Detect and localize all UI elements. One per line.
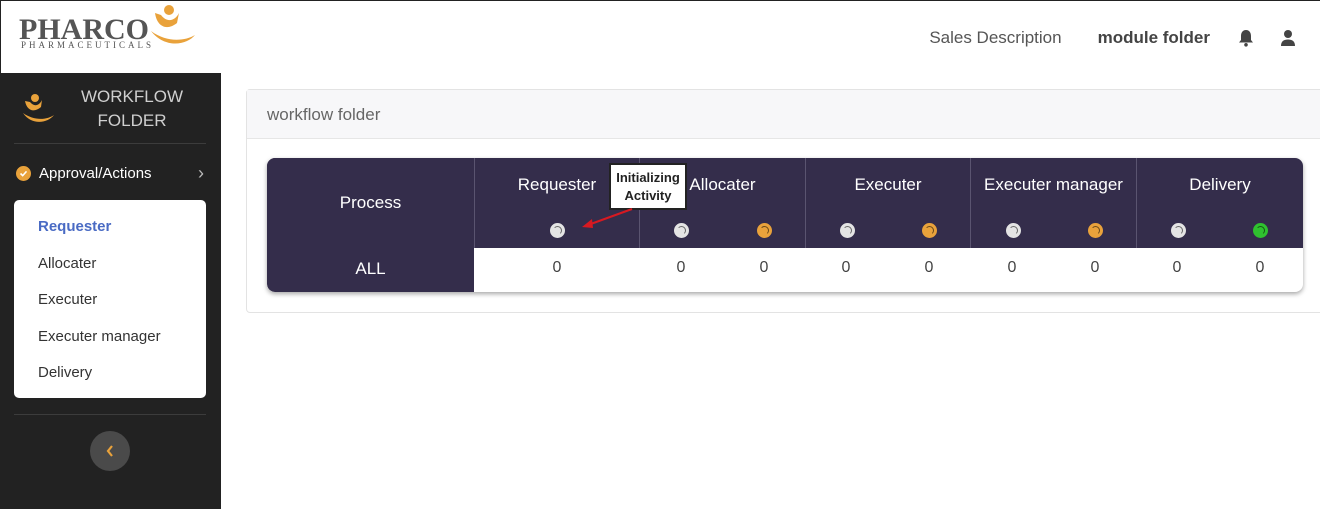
table-cell[interactable]: 0	[826, 259, 866, 277]
table-cell[interactable]: 0	[1240, 259, 1280, 277]
module-folder-link[interactable]: module folder	[1098, 28, 1210, 48]
sidebar-section-approval-actions[interactable]: Approval/Actions ›	[14, 161, 206, 185]
sidebar-item-requester[interactable]: Requester	[14, 214, 206, 251]
table-cell[interactable]: 0	[909, 259, 949, 277]
stage-name: Delivery	[1189, 175, 1251, 194]
user-icon[interactable]	[1278, 28, 1298, 48]
workflow-table: Process ALL Requester 0 Allocater 0 0 Ex…	[267, 158, 1303, 292]
workflow-card: workflow folder Process ALL Requester 0 …	[246, 89, 1320, 313]
status-gray-icon[interactable]	[1006, 223, 1021, 238]
status-orange-icon[interactable]	[922, 223, 937, 238]
status-gray-icon[interactable]	[1171, 223, 1186, 238]
status-orange-icon[interactable]	[757, 223, 772, 238]
sidebar-item-executer[interactable]: Executer	[14, 287, 206, 324]
sidebar-section-label: Approval/Actions	[39, 164, 152, 182]
status-orange-icon[interactable]	[1088, 223, 1103, 238]
status-gray-icon[interactable]	[840, 223, 855, 238]
stage-name: Executer	[854, 175, 922, 194]
sales-description-link[interactable]: Sales Description	[929, 28, 1061, 48]
stage-header-delivery: Delivery	[1136, 158, 1303, 248]
sidebar-title: WORKFLOW FOLDER	[72, 85, 192, 133]
annotation-callout: Initializing Activity	[609, 163, 687, 210]
top-header: PHARCO PHARMACEUTICALS Sales Description…	[0, 0, 1320, 73]
header-nav: Sales Description module folder	[929, 1, 1320, 74]
stage-header-executer-manager: Executer manager	[970, 158, 1136, 248]
sidebar-item-executer-manager[interactable]: Executer manager	[14, 324, 206, 361]
chevron-left-icon	[106, 445, 113, 457]
sidebar-menu: Requester Allocater Executer Executer ma…	[14, 200, 206, 398]
logo-subtitle: PHARMACEUTICALS	[21, 40, 155, 50]
stage-name: Executer manager	[984, 175, 1123, 194]
annotation-line1: Initializing	[616, 170, 680, 185]
sidebar-title-line2: FOLDER	[97, 111, 167, 130]
chevron-right-icon: ›	[198, 162, 204, 183]
table-cell[interactable]: 0	[537, 259, 577, 277]
status-gray-icon[interactable]	[550, 223, 565, 238]
sidebar-title-line1: WORKFLOW	[81, 87, 183, 106]
check-circle-icon	[16, 165, 31, 181]
sidebar-divider	[14, 143, 206, 144]
status-gray-icon[interactable]	[674, 223, 689, 238]
table-cell[interactable]: 0	[661, 259, 701, 277]
process-column: Process ALL	[267, 158, 474, 292]
pharco-mark-icon	[23, 94, 54, 122]
collapse-sidebar-button[interactable]	[90, 431, 130, 471]
table-cell[interactable]: 0	[1157, 259, 1197, 277]
table-cell[interactable]: 0	[744, 259, 784, 277]
row-label-all: ALL	[355, 259, 386, 278]
card-title: workflow folder	[247, 90, 1320, 139]
sidebar-divider-bottom	[14, 414, 206, 415]
stage-header-executer: Executer	[805, 158, 970, 248]
pharco-logo[interactable]: PHARCO PHARMACEUTICALS	[19, 5, 199, 53]
annotation-line2: Activity	[624, 188, 672, 203]
logo-mark-icon	[151, 5, 195, 44]
table-cell[interactable]: 0	[1075, 259, 1115, 277]
table-cell[interactable]: 0	[992, 259, 1032, 277]
process-header: Process	[339, 193, 402, 212]
status-green-icon[interactable]	[1253, 223, 1268, 238]
annotation-arrow-icon	[582, 208, 633, 228]
bell-icon[interactable]	[1236, 28, 1256, 48]
sidebar-item-delivery[interactable]: Delivery	[14, 360, 206, 397]
sidebar: WORKFLOW FOLDER Approval/Actions › Reque…	[0, 73, 221, 509]
sidebar-brand: WORKFLOW FOLDER	[0, 73, 221, 143]
sidebar-item-allocater[interactable]: Allocater	[14, 251, 206, 288]
